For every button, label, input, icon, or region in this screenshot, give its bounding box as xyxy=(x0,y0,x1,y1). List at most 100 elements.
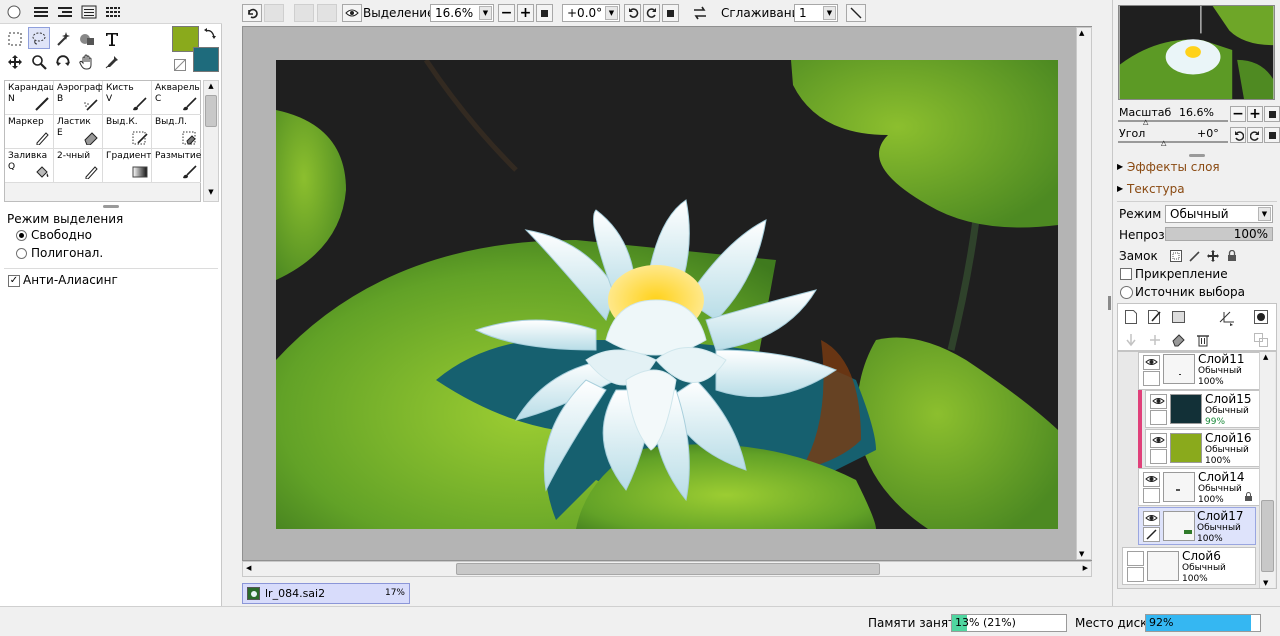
text-tool-icon[interactable] xyxy=(101,28,123,50)
layout-3-icon[interactable] xyxy=(80,4,98,20)
layer-lock-toggle[interactable] xyxy=(1127,567,1144,582)
nav-zoom-in-button[interactable]: + xyxy=(1247,106,1263,122)
brush-gradient[interactable]: Градиент xyxy=(103,149,152,183)
canvas-hscrollbar[interactable]: ◀ ▶ xyxy=(242,561,1092,577)
splitter-handle[interactable] xyxy=(1189,154,1205,157)
angle-slider[interactable] xyxy=(1118,141,1228,143)
zoom-icon[interactable] xyxy=(28,51,50,73)
layer-item-selected[interactable]: Слой17 Обычный 100% xyxy=(1138,507,1256,545)
transparent-color-icon[interactable] xyxy=(174,59,186,71)
scroll-up-icon[interactable]: ▲ xyxy=(205,82,217,93)
view-selection-toggle[interactable] xyxy=(342,4,362,22)
layer-item[interactable]: Слой15 Обычный 99% xyxy=(1145,390,1264,428)
new-layer-icon[interactable] xyxy=(1123,309,1139,325)
texture-toggle[interactable]: Текстура xyxy=(1127,182,1185,196)
scroll-up-icon[interactable]: ▲ xyxy=(1263,353,1268,361)
flip-horizontal-icon[interactable] xyxy=(692,5,708,21)
zoom-in-button[interactable]: + xyxy=(517,4,534,22)
artwork-canvas[interactable] xyxy=(276,60,1058,529)
new-folder-icon[interactable] xyxy=(1171,309,1187,325)
angle-slider-handle[interactable]: △ xyxy=(1161,139,1166,147)
layer-mask-icon[interactable] xyxy=(1253,309,1269,325)
scroll-left-icon[interactable]: ◀ xyxy=(246,564,251,572)
layer-effects-toggle[interactable]: Эффекты слоя xyxy=(1127,160,1220,174)
rotate-right-button[interactable] xyxy=(643,4,660,22)
antialias-label[interactable]: Анти-Алиасинг xyxy=(23,273,118,287)
brush-eraser[interactable]: Ластик E xyxy=(54,115,103,149)
lock-paint-icon[interactable] xyxy=(1187,249,1201,263)
rotate-left-button[interactable] xyxy=(624,4,641,22)
brush-binary[interactable]: 2-чный xyxy=(54,149,103,183)
clear-layer-icon[interactable] xyxy=(1147,332,1163,348)
zoom-out-button[interactable]: − xyxy=(498,4,515,22)
mode-polygon-label[interactable]: Полигонал. xyxy=(31,246,103,260)
zoom-reset-button[interactable] xyxy=(536,4,553,22)
nav-rotate-right-button[interactable] xyxy=(1247,127,1263,143)
brush-fill[interactable]: Заливка Q xyxy=(5,149,54,183)
lock-move-icon[interactable] xyxy=(1206,249,1220,263)
scale-slider[interactable] xyxy=(1118,120,1228,122)
zoom-select[interactable]: 16.6% ▼ xyxy=(430,4,494,22)
mode-free-radio[interactable] xyxy=(16,230,27,241)
trash-icon[interactable] xyxy=(1195,332,1211,348)
brush-airbrush[interactable]: Аэрограф B xyxy=(54,81,103,115)
panel-splitter[interactable] xyxy=(1108,296,1111,310)
new-linework-layer-icon[interactable] xyxy=(1147,309,1163,325)
rotate-reset-button[interactable] xyxy=(662,4,679,22)
antialias-checkbox[interactable]: ✓ xyxy=(8,275,20,287)
scale-slider-handle[interactable]: △ xyxy=(1143,118,1148,126)
nav-zoom-reset-button[interactable] xyxy=(1264,106,1280,122)
scroll-down-icon[interactable]: ▼ xyxy=(1079,550,1084,558)
scroll-down-icon[interactable]: ▼ xyxy=(1263,579,1268,587)
rect-select-icon[interactable] xyxy=(4,28,26,50)
layer-visibility-toggle[interactable] xyxy=(1143,511,1160,526)
selection-source-radio[interactable] xyxy=(1120,286,1133,299)
lock-all-icon[interactable] xyxy=(1225,249,1239,263)
scroll-right-icon[interactable]: ▶ xyxy=(1083,564,1088,572)
invert-selection-button[interactable] xyxy=(317,4,337,22)
layout-1-icon[interactable] xyxy=(32,4,50,20)
splitter-handle[interactable] xyxy=(103,205,119,208)
eraser-layer-icon[interactable] xyxy=(1171,332,1187,348)
angle-select[interactable]: +0.0° ▼ xyxy=(562,4,620,22)
layer-lock-toggle[interactable] xyxy=(1143,371,1160,386)
redo-button[interactable] xyxy=(264,4,284,22)
swap-colors-icon[interactable] xyxy=(203,27,217,41)
brush-brush[interactable]: Кисть V xyxy=(103,81,152,115)
brush-select-pen[interactable]: Выд.К. xyxy=(103,115,152,149)
layout-4-icon[interactable] xyxy=(104,4,122,20)
brush-select-eraser[interactable]: Выд.Л. xyxy=(152,115,201,149)
layer-item[interactable]: Слой14 Обычный 100% xyxy=(1138,468,1264,506)
transform-icon[interactable] xyxy=(1217,309,1237,327)
hand-icon[interactable] xyxy=(76,51,98,73)
selection-source-label[interactable]: Источник выбора xyxy=(1135,285,1245,299)
scroll-up-icon[interactable]: ▲ xyxy=(1079,29,1084,37)
move-icon[interactable] xyxy=(4,51,26,73)
layer-item[interactable]: Слой11 Обычный 100% xyxy=(1138,352,1264,390)
chevron-right-icon[interactable]: ▶ xyxy=(1117,162,1123,171)
magic-wand-icon[interactable] xyxy=(52,28,74,50)
clipping-label[interactable]: Прикрепление xyxy=(1135,267,1228,281)
merge-down-icon[interactable] xyxy=(1123,332,1139,348)
brush-marker[interactable]: Маркер xyxy=(5,115,54,149)
mode-free-label[interactable]: Свободно xyxy=(31,228,92,242)
deselect-button[interactable] xyxy=(294,4,314,22)
layer-visibility-toggle[interactable] xyxy=(1143,355,1160,370)
layer-lock-toggle[interactable] xyxy=(1143,488,1160,503)
nav-rotate-left-button[interactable] xyxy=(1230,127,1246,143)
canvas-viewport[interactable]: ▲ ▼ xyxy=(242,26,1092,561)
clipping-checkbox[interactable] xyxy=(1120,268,1132,280)
brush-watercolor[interactable]: Акварель C xyxy=(152,81,201,115)
layer-paint-indicator[interactable] xyxy=(1143,527,1160,542)
layer-visibility-toggle[interactable] xyxy=(1150,433,1167,448)
straight-line-toggle[interactable] xyxy=(846,4,866,22)
layer-item[interactable]: Слой6 Обычный 100% xyxy=(1122,547,1256,585)
layout-2-icon[interactable] xyxy=(56,4,74,20)
navigator-preview[interactable] xyxy=(1118,5,1275,100)
layer-visibility-toggle[interactable] xyxy=(1143,472,1160,487)
shape-icon[interactable] xyxy=(76,28,98,50)
canvas-hscroll-thumb[interactable] xyxy=(456,563,880,575)
mode-polygon-radio[interactable] xyxy=(16,248,27,259)
lock-transparency-icon[interactable] xyxy=(1169,249,1183,263)
layer-visibility-toggle[interactable] xyxy=(1127,551,1144,566)
